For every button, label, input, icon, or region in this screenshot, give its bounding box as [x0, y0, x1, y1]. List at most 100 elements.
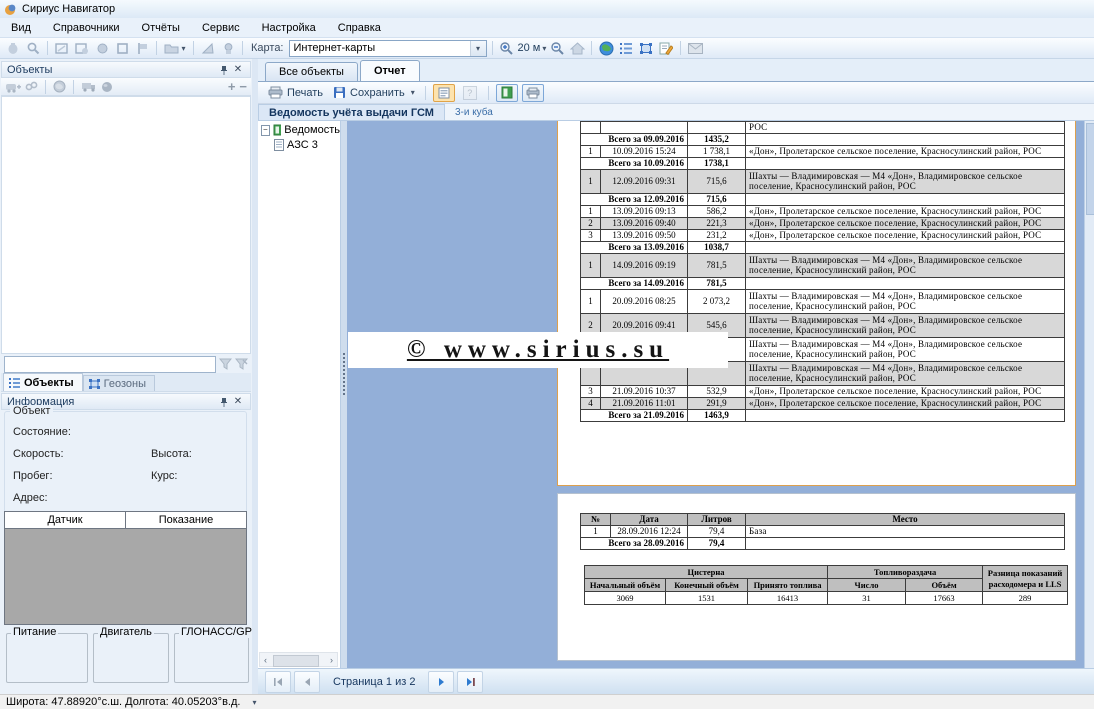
cell: 2 073,2 [688, 289, 746, 313]
layers-dropdown-icon[interactable]: ▾ [162, 40, 188, 57]
save-dropdown-icon[interactable]: ▾ [411, 88, 415, 97]
filter-icon[interactable] [219, 358, 232, 370]
cell: 21.09.2016 10:37 [601, 385, 688, 397]
scroll-right-icon[interactable]: › [326, 655, 337, 665]
print-layout-button[interactable] [522, 84, 544, 102]
pan-icon[interactable] [4, 40, 22, 57]
objects-tree[interactable] [1, 96, 251, 354]
sphere-icon[interactable] [101, 81, 113, 93]
menu-spravochniki[interactable]: Справочники [42, 19, 131, 37]
cell: Шахты — Владимировская — М4 «Дон», Влади… [746, 313, 1065, 337]
sensor-table: Датчик Показание [4, 511, 247, 625]
tab-report-gsm[interactable]: Ведомость учёта выдачи ГСМ [258, 104, 445, 120]
next-page-button[interactable] [428, 671, 454, 693]
parameters-panel-icon [438, 87, 450, 99]
zoom-plus-icon[interactable]: + [228, 82, 236, 92]
document-icon [274, 139, 284, 151]
zoom-level-dropdown[interactable]: 20 м▾ [518, 42, 547, 54]
report-row: 421.09.2016 11:01291,9«Дон», Пролетарско… [581, 397, 1065, 409]
save-button[interactable]: Сохранить ▾ [330, 85, 418, 100]
total-row: Всего за 10.09.20161738,1 [581, 157, 1065, 169]
parameters-toggle-button[interactable] [433, 84, 455, 102]
flag-tool-icon[interactable] [133, 40, 151, 57]
tree-item-root[interactable]: − Ведомость [261, 124, 340, 136]
tab-all-objects-label: Все объекты [279, 66, 344, 78]
objects-filter-input[interactable] [4, 356, 216, 373]
close-icon[interactable]: ✕ [231, 64, 245, 75]
report-tree-panel: − Ведомость АЗС 3 ‹ › [258, 121, 341, 668]
page-view-button[interactable] [496, 84, 518, 102]
collapse-icon[interactable]: − [261, 125, 270, 136]
menu-spravka[interactable]: Справка [327, 19, 392, 37]
rectangle-tool-icon[interactable] [113, 40, 131, 57]
zoom-in-icon[interactable] [498, 40, 516, 57]
report-row: РОС [581, 122, 1065, 134]
header-cell: Объём [906, 579, 983, 592]
menu-vid[interactable]: Вид [0, 19, 42, 37]
envelope-icon[interactable] [686, 40, 704, 57]
value-cell: 31 [828, 592, 906, 605]
search-icon[interactable] [24, 40, 42, 57]
tab-report-cubes[interactable]: 3-и куба [445, 104, 503, 120]
application-window: Сириус Навигатор Вид Справочники Отчёты … [0, 0, 1094, 709]
tab-all-objects[interactable]: Все объекты [265, 62, 358, 81]
help-button[interactable]: ? [459, 84, 481, 102]
menu-otchety[interactable]: Отчёты [131, 19, 191, 37]
circle-tool-icon[interactable] [93, 40, 111, 57]
notes-icon[interactable] [657, 40, 675, 57]
tab-report[interactable]: Отчет [360, 60, 420, 81]
globe-gray-icon[interactable] [53, 80, 66, 93]
first-page-button[interactable] [265, 671, 291, 693]
tree-item-child[interactable]: АЗС 3 [274, 139, 340, 151]
main-toolbar: ▾ Карта: Интернет-карты ▾ 20 м▾ [0, 38, 1094, 59]
tree-horizontal-scrollbar[interactable]: ‹ › [259, 652, 338, 667]
printer-small-icon [526, 87, 540, 99]
last-page-button[interactable] [457, 671, 483, 693]
cell: 13.09.2016 09:13 [601, 205, 688, 217]
clear-filter-icon[interactable] [235, 358, 248, 370]
zoom-out-icon[interactable] [548, 40, 566, 57]
tab-objects-label: Объекты [24, 377, 74, 389]
ruler-icon[interactable] [199, 40, 217, 57]
scrollbar-thumb[interactable] [1086, 123, 1094, 215]
add-vehicle-icon[interactable] [5, 81, 21, 93]
map-source-select[interactable]: Интернет-карты ▾ [289, 40, 487, 57]
chevron-down-icon[interactable]: ▾ [470, 41, 486, 56]
scroll-left-icon[interactable]: ‹ [260, 655, 271, 665]
report-book-icon [273, 124, 282, 136]
cell: 586,2 [688, 205, 746, 217]
link-icon[interactable] [25, 81, 38, 92]
geozone-icon[interactable] [637, 40, 655, 57]
globe-icon[interactable] [597, 40, 615, 57]
report-row: 113.09.2016 09:13586,2«Дон», Пролетарско… [581, 205, 1065, 217]
truck-icon[interactable] [81, 81, 97, 92]
print-button[interactable]: Печать [265, 85, 326, 100]
map-select-icon[interactable] [53, 40, 71, 57]
close-icon[interactable]: ✕ [231, 396, 245, 407]
prev-page-button[interactable] [294, 671, 320, 693]
tab-report-cubes-label: 3-и куба [455, 107, 493, 118]
menu-servis[interactable]: Сервис [191, 19, 251, 37]
zoom-minus-icon[interactable]: − [239, 82, 247, 92]
objects-panel-header: Объекты ✕ [1, 61, 251, 78]
pin-icon[interactable] [217, 65, 231, 75]
objects-toolbar: + − [1, 78, 251, 96]
home-icon[interactable] [568, 40, 586, 57]
tab-objects[interactable]: Объекты [3, 373, 83, 391]
total-row: Всего за 09.09.20161435,2 [581, 133, 1065, 145]
menu-nastroyka[interactable]: Настройка [251, 19, 327, 37]
app-icon [4, 3, 17, 16]
tab-geozones[interactable]: Геозоны [83, 375, 155, 391]
scrollbar-thumb[interactable] [273, 655, 319, 667]
sensor-col-header[interactable]: Датчик [5, 512, 126, 528]
report-vertical-scrollbar[interactable] [1084, 121, 1094, 668]
pin-icon[interactable] [217, 397, 231, 407]
measure-icon[interactable] [219, 40, 237, 57]
map-edit-icon[interactable] [73, 40, 91, 57]
glonass-gps-group-label: ГЛОНАСС/GPS [179, 626, 261, 638]
value-col-header[interactable]: Показание [126, 512, 246, 528]
cell-place [746, 538, 1065, 550]
status-dropdown-icon[interactable]: ▾ [252, 698, 256, 707]
report-canvas[interactable]: РОСВсего за 09.09.20161435,2110.09.2016 … [347, 121, 1094, 668]
object-list-icon[interactable] [617, 40, 635, 57]
